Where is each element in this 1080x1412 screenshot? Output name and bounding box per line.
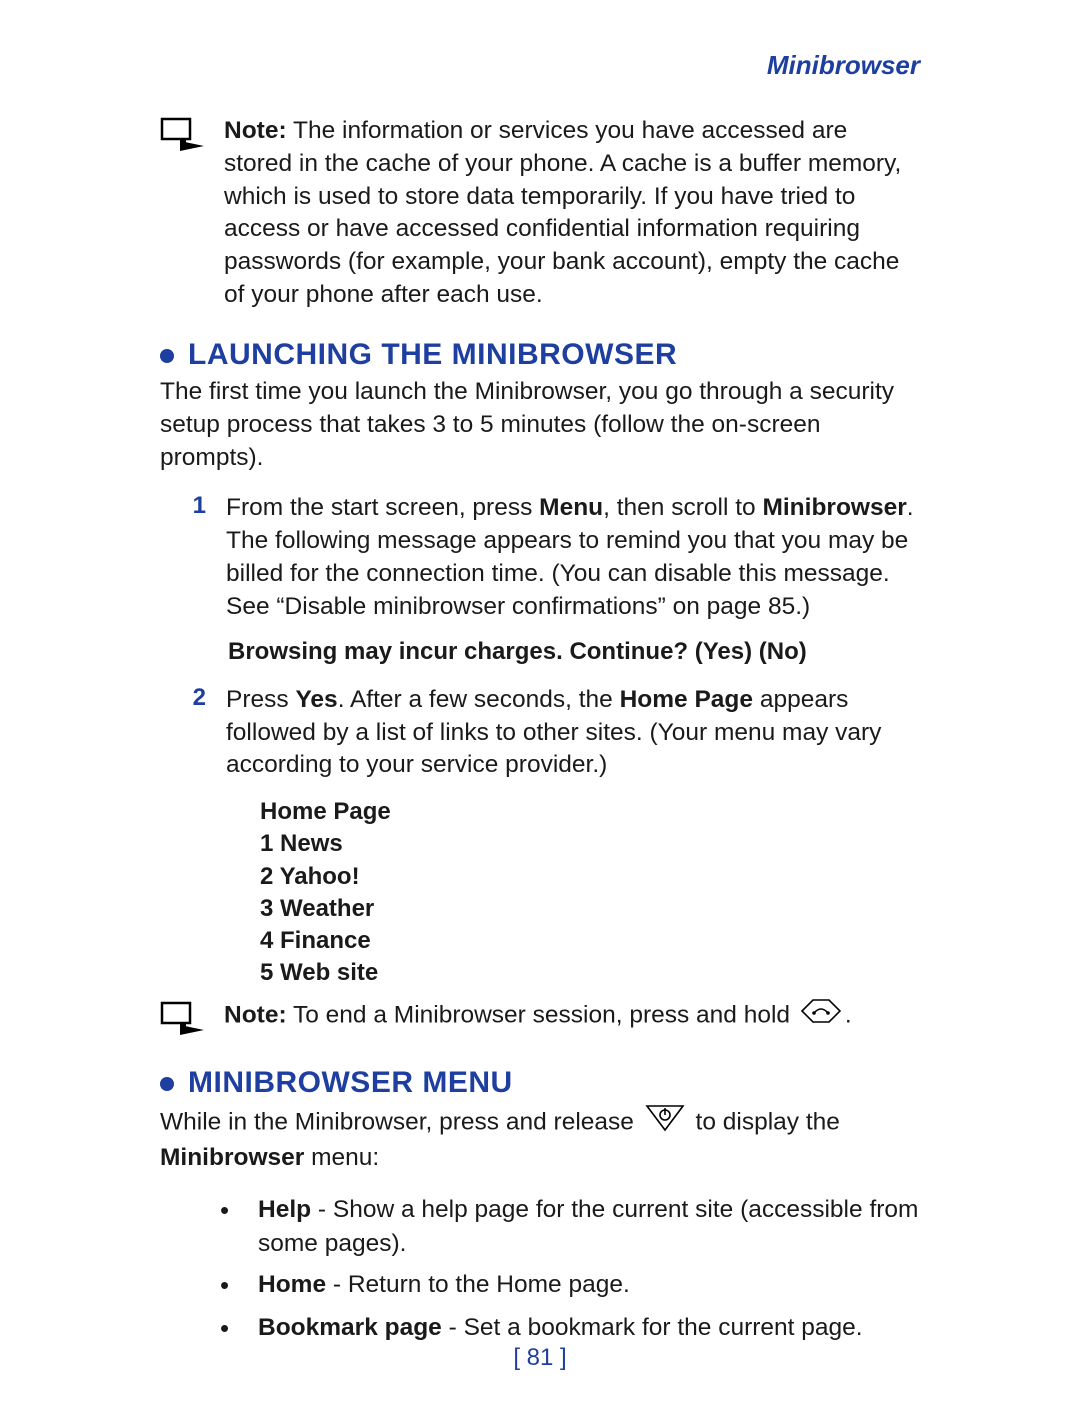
menu-line: 3 Weather bbox=[260, 893, 920, 925]
text-fragment: . After a few seconds, the bbox=[338, 686, 620, 713]
step-number: 1 bbox=[160, 492, 226, 520]
menu-item-help: • Help - Show a help page for the curren… bbox=[220, 1193, 920, 1261]
menu-line: 2 Yahoo! bbox=[260, 861, 920, 893]
menu-item-bookmark: • Bookmark page - Set a bookmark for the… bbox=[220, 1311, 920, 1346]
bullet-dot-icon bbox=[160, 349, 174, 363]
note-body: The information or services you have acc… bbox=[224, 117, 901, 308]
menu-line: 4 Finance bbox=[260, 925, 920, 957]
item-label: Bookmark page bbox=[258, 1314, 442, 1341]
menu-item-home: • Home - Return to the Home page. bbox=[220, 1268, 920, 1303]
item-text: - Show a help page for the current site … bbox=[258, 1196, 918, 1257]
end-key-icon bbox=[801, 999, 841, 1033]
text-fragment: , then scroll to bbox=[603, 494, 762, 521]
menu-line: 5 Web site bbox=[260, 957, 920, 989]
browsing-charges-prompt: Browsing may incur charges. Continue? (Y… bbox=[228, 638, 920, 666]
step-2: 2 Press Yes. After a few seconds, the Ho… bbox=[160, 684, 920, 782]
note-label: Note: bbox=[224, 1002, 287, 1029]
yes-keyword: Yes bbox=[295, 686, 337, 713]
section-intro: While in the Minibrowser, press and rele… bbox=[160, 1104, 920, 1175]
item-text: - Set a bookmark for the current page. bbox=[442, 1314, 863, 1341]
item-label: Home bbox=[258, 1271, 326, 1298]
text-fragment: From the start screen, press bbox=[226, 494, 539, 521]
menu-keyword: Menu bbox=[539, 494, 603, 521]
note-icon bbox=[160, 1001, 216, 1044]
section-intro: The first time you launch the Minibrowse… bbox=[160, 376, 920, 474]
minibrowser-keyword: Minibrowser bbox=[160, 1144, 304, 1171]
bullet-icon: • bbox=[220, 1193, 250, 1228]
note-block-end-session: Note: To end a Minibrowser session, pres… bbox=[160, 999, 920, 1044]
minibrowser-keyword: Minibrowser bbox=[762, 494, 906, 521]
section-title: MINIBROWSER MENU bbox=[188, 1066, 513, 1100]
note-icon bbox=[160, 117, 216, 160]
text-fragment: While in the Minibrowser, press and rele… bbox=[160, 1109, 641, 1136]
home-page-menu-list: Home Page 1 News 2 Yahoo! 3 Weather 4 Fi… bbox=[260, 796, 920, 989]
homepage-keyword: Home Page bbox=[620, 686, 753, 713]
note-label: Note: bbox=[224, 117, 287, 144]
power-key-icon bbox=[645, 1104, 685, 1142]
section-heading-menu: MINIBROWSER MENU bbox=[160, 1066, 920, 1100]
menu-line: 1 News bbox=[260, 828, 920, 860]
running-head: Minibrowser bbox=[160, 50, 920, 81]
text-fragment: Press bbox=[226, 686, 295, 713]
text-fragment: To end a Minibrowser session, press and … bbox=[293, 1002, 797, 1029]
section-title: LAUNCHING THE MINIBROWSER bbox=[188, 338, 677, 372]
bullet-icon: • bbox=[220, 1268, 250, 1303]
step-body: Press Yes. After a few seconds, the Home… bbox=[226, 684, 920, 782]
step-body: From the start screen, press Menu, then … bbox=[226, 492, 920, 623]
menu-line: Home Page bbox=[260, 796, 920, 828]
item-text: - Return to the Home page. bbox=[326, 1271, 630, 1298]
step-number: 2 bbox=[160, 684, 226, 712]
bullet-icon: • bbox=[220, 1311, 250, 1346]
step-1: 1 From the start screen, press Menu, the… bbox=[160, 492, 920, 623]
text-fragment: to display the bbox=[696, 1109, 840, 1136]
text-fragment: menu: bbox=[304, 1144, 379, 1171]
bullet-dot-icon bbox=[160, 1077, 174, 1091]
document-page: Minibrowser Note: The information or ser… bbox=[0, 0, 1080, 1412]
item-label: Help bbox=[258, 1196, 311, 1223]
page-number: [ 81 ] bbox=[0, 1344, 1080, 1372]
note-block-cache: Note: The information or services you ha… bbox=[160, 115, 920, 312]
text-fragment: . bbox=[845, 1002, 852, 1029]
section-heading-launching: LAUNCHING THE MINIBROWSER bbox=[160, 338, 920, 372]
